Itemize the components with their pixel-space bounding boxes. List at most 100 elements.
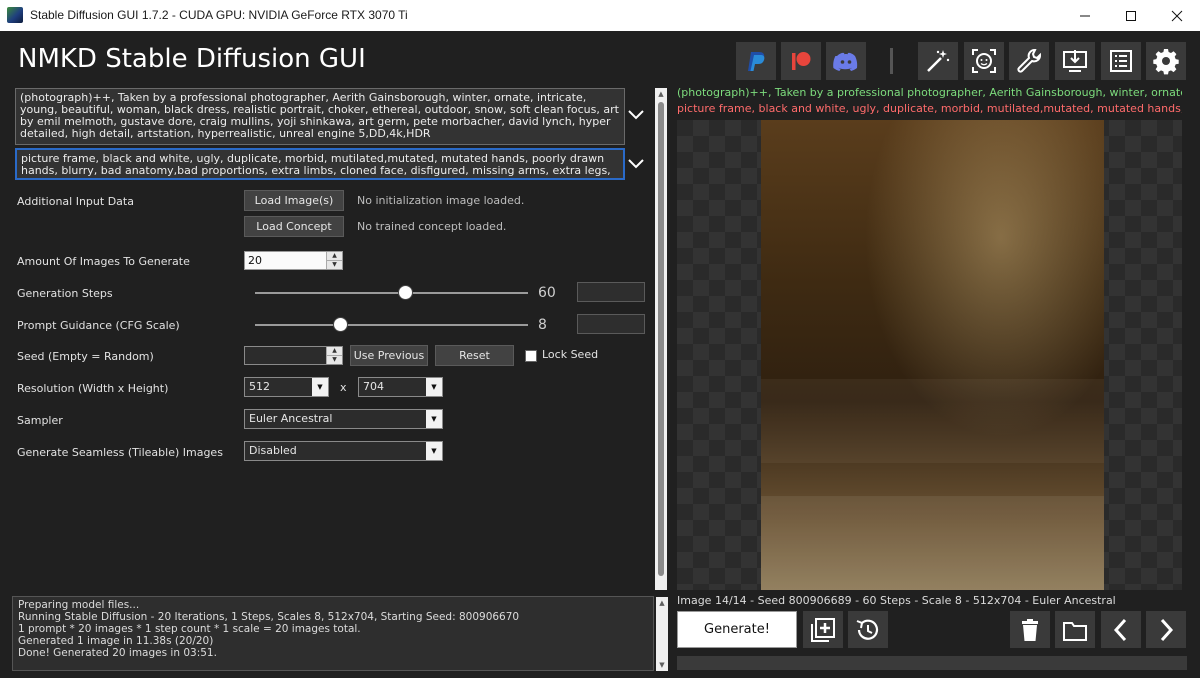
expand-negative-prompt-button[interactable]: [625, 153, 647, 175]
cfg-label: Prompt Guidance (CFG Scale): [17, 319, 180, 332]
load-concept-button[interactable]: Load Concept: [244, 216, 344, 237]
additional-input-label: Additional Input Data: [17, 195, 134, 208]
expand-prompt-button[interactable]: [625, 104, 647, 126]
seamless-value: Disabled: [249, 444, 297, 457]
history-icon: [856, 619, 879, 640]
wrench-icon: [1017, 49, 1041, 73]
chevron-down-icon: ▼: [426, 442, 442, 460]
delete-image-button[interactable]: [1010, 611, 1050, 648]
window-titlebar: Stable Diffusion GUI 1.7.2 - CUDA GPU: N…: [0, 0, 1200, 31]
steps-value: 60: [538, 285, 556, 301]
log-list-icon: [1110, 50, 1132, 72]
chevron-down-icon: ▼: [426, 378, 442, 396]
use-previous-seed-button[interactable]: Use Previous: [350, 345, 428, 366]
open-folder-button[interactable]: [1055, 611, 1095, 648]
add-to-queue-button[interactable]: [803, 611, 843, 648]
settings-button[interactable]: [1146, 42, 1186, 80]
previous-image-button[interactable]: [1101, 611, 1141, 648]
width-value: 512: [249, 380, 270, 393]
chevron-down-icon: [628, 159, 644, 169]
lock-seed-label: Lock Seed: [542, 348, 599, 361]
discord-icon: [833, 52, 858, 71]
cfg-slider-thumb[interactable]: [332, 317, 348, 332]
log-line: Running Stable Diffusion - 20 Iterations…: [18, 611, 520, 623]
log-output: Preparing model files... Running Stable …: [12, 596, 654, 671]
cfg-slider-track[interactable]: [255, 324, 528, 326]
generate-button[interactable]: Generate!: [677, 611, 797, 648]
chevron-down-icon: [628, 110, 644, 120]
amount-label: Amount Of Images To Generate: [17, 255, 190, 268]
output-negative-prompt-preview: picture frame, black and white, ugly, du…: [677, 102, 1182, 115]
log-scrollbar[interactable]: ▲ ▼: [656, 597, 668, 671]
seamless-label: Generate Seamless (Tileable) Images: [17, 446, 223, 459]
scroll-up-icon[interactable]: ▲: [655, 88, 667, 100]
image-info: Image 14/14 - Seed 800906689 - 60 Steps …: [677, 594, 1116, 607]
lock-seed-checkbox[interactable]: [525, 350, 537, 362]
paypal-button[interactable]: [736, 42, 776, 80]
sampler-value: Euler Ancestral: [249, 412, 333, 425]
prompt-input[interactable]: (photograph)++, Taken by a professional …: [15, 88, 625, 145]
seamless-select[interactable]: Disabled ▼: [244, 441, 443, 461]
window-title: Stable Diffusion GUI 1.7.2 - CUDA GPU: N…: [30, 8, 408, 22]
folder-icon: [1063, 621, 1087, 641]
negative-prompt-input[interactable]: picture frame, black and white, ugly, du…: [15, 148, 625, 180]
patreon-button[interactable]: [781, 42, 821, 80]
amount-stepper[interactable]: 20 ▲ ▼: [244, 251, 343, 270]
install-icon: [1063, 50, 1087, 72]
history-button[interactable]: [848, 611, 888, 648]
toolbar-separator: [890, 48, 893, 74]
steps-label: Generation Steps: [17, 287, 113, 300]
minimize-button[interactable]: [1062, 0, 1108, 31]
seed-label: Seed (Empty = Random): [17, 350, 154, 363]
log-line: Preparing model files...: [18, 599, 140, 611]
add-queue-icon: [811, 617, 835, 642]
face-restore-button[interactable]: [964, 42, 1004, 80]
installer-button[interactable]: [1055, 42, 1095, 80]
log-line: 1 prompt * 20 images * 1 step count * 1 …: [18, 623, 361, 635]
cfg-range-input[interactable]: [577, 314, 645, 334]
chevron-left-icon: [1113, 618, 1127, 641]
steps-slider-track[interactable]: [255, 292, 528, 294]
next-image-button[interactable]: [1146, 611, 1186, 648]
cfg-value: 8: [538, 317, 547, 333]
chevron-right-icon: [1160, 618, 1174, 641]
resolution-label: Resolution (Width x Height): [17, 382, 169, 395]
settings-gear-icon: [1153, 49, 1179, 75]
app-logo-icon: [7, 7, 23, 23]
seed-input[interactable]: ▲ ▼: [244, 346, 343, 365]
sampler-label: Sampler: [17, 414, 63, 427]
app-title: NMKD Stable Diffusion GUI: [18, 44, 366, 74]
discord-button[interactable]: [826, 42, 866, 80]
concept-status: No trained concept loaded.: [357, 220, 507, 233]
tools-button[interactable]: [1009, 42, 1049, 80]
trash-icon: [1022, 618, 1038, 641]
magic-wand-icon: [927, 50, 950, 72]
close-window-button[interactable]: [1154, 0, 1200, 31]
amount-spin-buttons[interactable]: ▲ ▼: [326, 252, 342, 269]
scroll-up-icon[interactable]: ▲: [656, 597, 668, 609]
seed-spin-buttons[interactable]: ▲ ▼: [326, 347, 342, 364]
progress-bar: [677, 656, 1187, 670]
width-select[interactable]: 512 ▼: [244, 377, 329, 397]
scroll-down-icon[interactable]: ▼: [656, 659, 668, 671]
settings-scrollbar-thumb[interactable]: [658, 102, 664, 576]
reset-seed-button[interactable]: Reset: [435, 345, 514, 366]
paypal-icon: [748, 52, 765, 71]
patreon-icon: [792, 52, 811, 70]
log-line: Done! Generated 20 images in 03:51.: [18, 647, 217, 659]
chevron-down-icon: ▼: [426, 410, 442, 428]
steps-slider-thumb[interactable]: [398, 285, 414, 300]
log-line: Generated 1 image in 11.38s (20/20): [18, 635, 214, 647]
maximize-button[interactable]: [1108, 0, 1154, 31]
steps-range-input[interactable]: [577, 282, 645, 302]
height-value: 704: [363, 380, 384, 393]
logs-button[interactable]: [1101, 42, 1141, 80]
prompt-helper-button[interactable]: [918, 42, 958, 80]
load-images-button[interactable]: Load Image(s): [244, 190, 344, 211]
settings-scrollbar[interactable]: ▲: [655, 88, 667, 590]
sampler-select[interactable]: Euler Ancestral ▼: [244, 409, 443, 429]
amount-value: 20: [248, 254, 262, 267]
resolution-separator: x: [340, 381, 347, 394]
generated-image[interactable]: [761, 120, 1104, 590]
height-select[interactable]: 704 ▼: [358, 377, 443, 397]
